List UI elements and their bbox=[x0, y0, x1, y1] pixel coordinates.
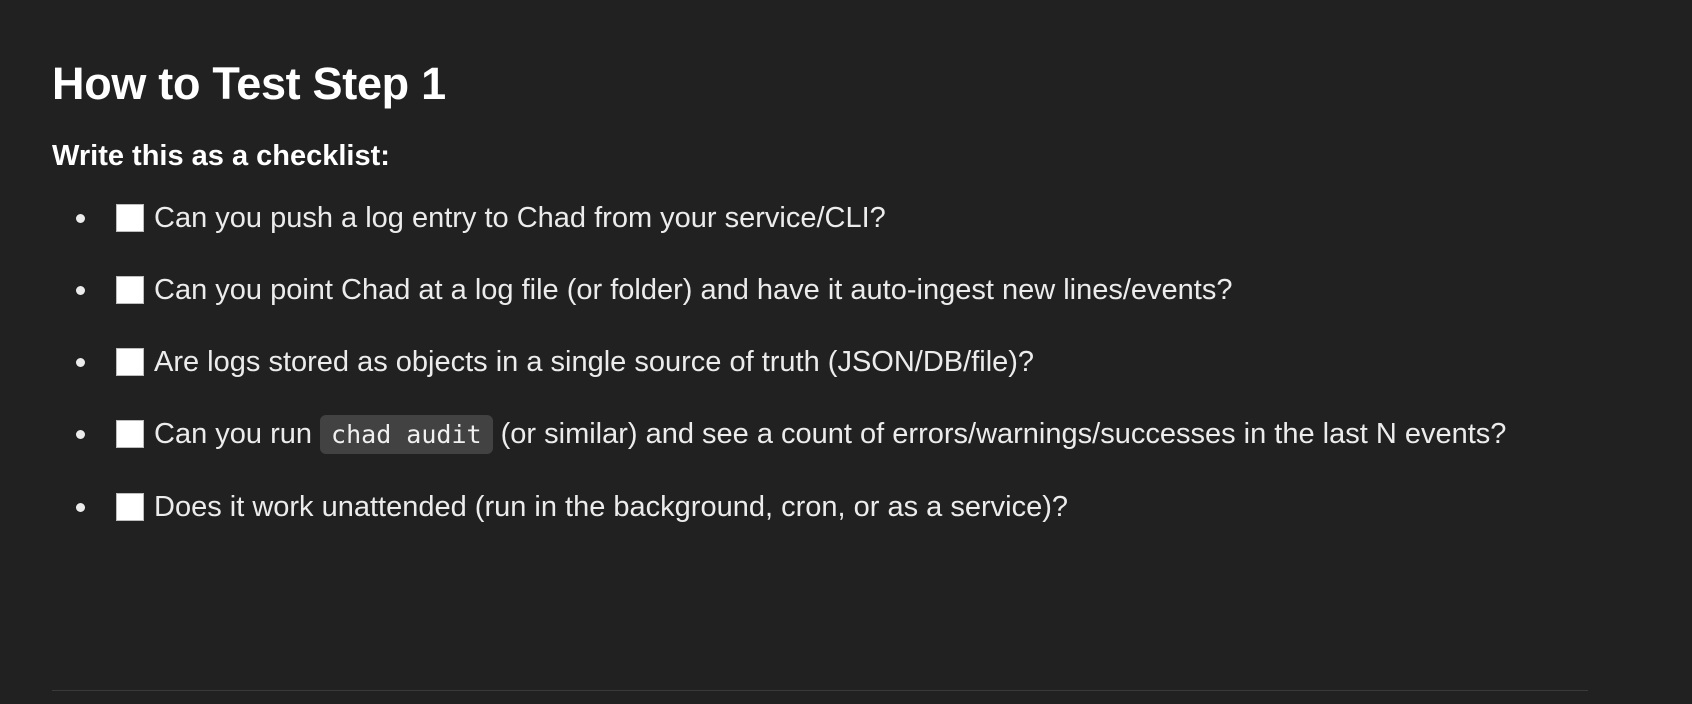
checkbox-unchecked-icon[interactable] bbox=[116, 276, 144, 304]
checklist-item-text: Can you point Chad at a log file (or fol… bbox=[154, 274, 1233, 306]
checklist-item: Can you push a log entry to Chad from yo… bbox=[76, 190, 1592, 246]
checklist-intro: Write this as a checklist: bbox=[52, 140, 390, 172]
checklist-item: Can you run chad audit (or similar) and … bbox=[76, 406, 1592, 463]
checkbox-unchecked-icon[interactable] bbox=[116, 204, 144, 232]
checklist-item-text: Does it work unattended (run in the back… bbox=[154, 491, 1068, 523]
checklist-item-text: Can you run bbox=[154, 418, 321, 450]
page-title: How to Test Step 1 bbox=[52, 58, 446, 109]
checkbox-unchecked-icon[interactable] bbox=[116, 420, 144, 448]
checklist-item: Can you point Chad at a log file (or fol… bbox=[76, 262, 1592, 318]
checkbox-unchecked-icon[interactable] bbox=[116, 493, 144, 521]
checklist-item: Are logs stored as objects in a single s… bbox=[76, 334, 1592, 390]
checklist-item-text: Can you push a log entry to Chad from yo… bbox=[154, 202, 886, 234]
checklist-item: Does it work unattended (run in the back… bbox=[76, 479, 1592, 535]
message-content: How to Test Step 1 Write this as a check… bbox=[52, 52, 1592, 551]
inline-code: chad audit bbox=[320, 415, 493, 454]
checklist-item-text: (or similar) and see a count of errors/w… bbox=[492, 418, 1507, 450]
divider bbox=[52, 690, 1588, 691]
checklist: Can you push a log entry to Chad from yo… bbox=[52, 190, 1592, 535]
checklist-item-text: Are logs stored as objects in a single s… bbox=[154, 346, 1035, 378]
checkbox-unchecked-icon[interactable] bbox=[116, 348, 144, 376]
